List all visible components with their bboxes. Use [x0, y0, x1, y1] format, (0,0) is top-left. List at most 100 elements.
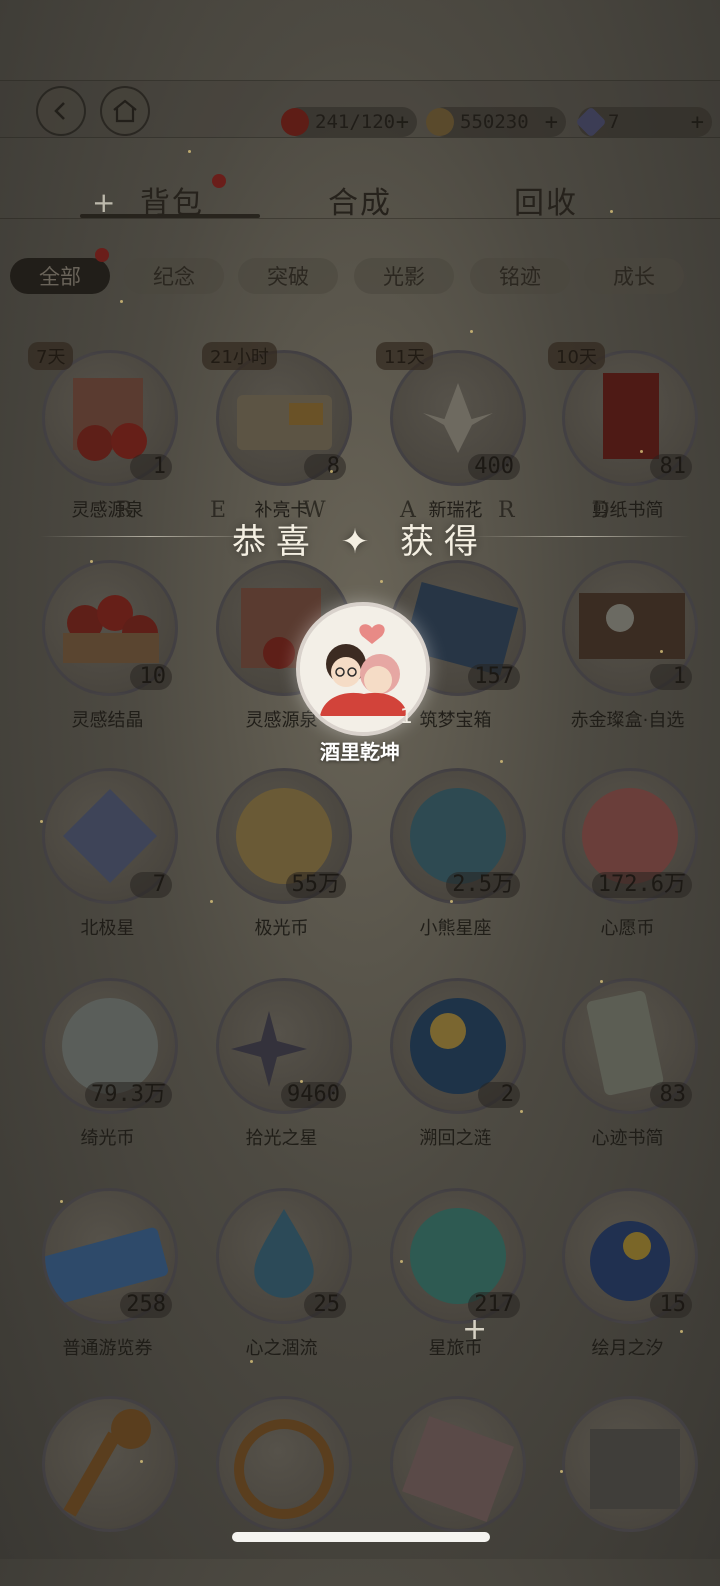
item-name: 普通游览券 — [62, 1338, 153, 1359]
tab-recycle[interactable]: 回收 — [514, 178, 578, 222]
chevron-left-icon — [54, 102, 65, 120]
inventory-item[interactable] — [378, 1396, 528, 1586]
inventory-item[interactable]: 1 赤金璨盒·自选 — [550, 560, 700, 750]
inventory-item[interactable]: 10天 81 剪纸书简 — [548, 342, 700, 540]
inventory-item[interactable]: 9460 拾光之星 — [204, 978, 354, 1168]
expiry-badge: 7天 — [28, 342, 74, 370]
item-name: 小熊星座 — [419, 918, 492, 939]
inventory-item[interactable]: 55万极光币 — [204, 768, 354, 958]
back-button[interactable] — [36, 86, 86, 136]
expiry-badge: 21小时 — [202, 342, 277, 370]
filter-breakthrough[interactable]: 突破 — [238, 258, 338, 294]
filter-all[interactable]: 全部 — [10, 258, 110, 294]
expiry-badge: 10天 — [548, 342, 605, 370]
gem-resource: 7 + — [575, 106, 712, 138]
inventory-item[interactable]: 10 灵感结晶 — [30, 560, 180, 750]
inventory-item[interactable]: 15 绘月之汐 — [550, 1188, 700, 1378]
inventory-item[interactable]: 83 心迹书简 — [550, 978, 700, 1168]
sparkle — [400, 1260, 403, 1263]
reward-item-name: 酒里乾坤 — [320, 740, 400, 764]
sparkle — [380, 580, 383, 583]
home-button[interactable] — [100, 86, 150, 136]
sparkle — [660, 650, 663, 653]
item-count: 2.5万 — [446, 872, 520, 898]
inventory-item[interactable]: 25 心之涸流 — [204, 1188, 354, 1378]
sparkle — [560, 1470, 563, 1473]
sparkle — [500, 760, 503, 763]
item-name: 赤金璨盒·自选 — [570, 710, 685, 731]
apple-resource: 241/120 + — [281, 107, 417, 137]
item-name: 星旅币 — [428, 1338, 483, 1359]
filter-memorial[interactable]: 纪念 — [124, 258, 224, 294]
item-count: 81 — [650, 454, 692, 480]
inventory-item[interactable]: 2 溯回之涟 — [378, 978, 528, 1168]
coin-icon — [426, 108, 454, 136]
sparkle — [188, 150, 191, 153]
notification-dot — [212, 174, 226, 188]
inventory-item[interactable]: 21小时 8 补亮卡 — [202, 342, 354, 540]
filter-growth[interactable]: 成长 — [584, 258, 684, 294]
sparkle — [680, 1330, 683, 1333]
sparkle — [210, 900, 213, 903]
filter-light-shadow[interactable]: 光影 — [354, 258, 454, 294]
item-count: 1 — [650, 664, 692, 690]
inventory-item[interactable]: 217 星旅币 — [378, 1188, 528, 1378]
item-count: 172.6万 — [591, 872, 692, 898]
item-name: 灵感结晶 — [71, 710, 144, 731]
item-count: 7 — [130, 872, 172, 898]
item-count: 10 — [130, 664, 172, 690]
inventory-item[interactable]: 172.6万心愿币 — [550, 768, 700, 958]
inventory-item[interactable]: 7天 1 灵感源泉 — [28, 342, 180, 540]
inventory-item[interactable] — [550, 1396, 700, 1586]
reward-title: 恭喜 ✦ 获得 — [231, 522, 489, 562]
inventory-item[interactable]: 79.3万 绮光币 — [30, 978, 180, 1168]
sparkle — [120, 300, 123, 303]
tab-synthesis[interactable]: 合成 — [328, 178, 392, 222]
item-name: 溯回之涟 — [419, 1128, 492, 1149]
item-name: 心愿币 — [600, 918, 655, 939]
sparkle — [600, 980, 603, 983]
gem-count: 7 — [608, 111, 620, 133]
apple-count: 241/120 — [315, 111, 396, 133]
item-name: 心迹书简 — [591, 1128, 664, 1149]
sparkle — [40, 820, 43, 823]
item-count: 79.3万 — [85, 1082, 172, 1108]
item-count: 8 — [304, 454, 346, 480]
inventory-item[interactable] — [204, 1396, 354, 1586]
expiry-badge: 11天 — [376, 342, 433, 370]
sparkle — [450, 900, 453, 903]
inventory-item[interactable]: 258 普通游览券 — [30, 1188, 180, 1378]
home-icon — [113, 99, 137, 123]
item-name: 心之涸流 — [245, 1338, 318, 1359]
item-name: 拾光之星 — [245, 1128, 318, 1149]
add-gem-button[interactable]: + — [691, 110, 704, 135]
home-indicator[interactable] — [232, 1532, 490, 1542]
sparkle — [250, 1360, 253, 1363]
item-name: 极光币 — [254, 918, 309, 939]
sparkle — [520, 1110, 523, 1113]
add-coin-button[interactable]: + — [545, 110, 558, 135]
item-count: 2 — [478, 1082, 520, 1108]
apple-icon — [281, 108, 309, 136]
item-count: 400 — [468, 454, 520, 480]
item-icon — [390, 1396, 526, 1532]
inventory-item[interactable]: 2.5万小熊星座 — [378, 768, 528, 958]
filter-mark[interactable]: 铭迹 — [470, 258, 570, 294]
inventory-item[interactable]: 7 北极星 — [30, 768, 180, 958]
add-apple-button[interactable]: + — [396, 110, 409, 135]
sparkle — [300, 1080, 303, 1083]
sparkle-plus-icon: + — [92, 186, 116, 219]
coin-count: 550230 — [460, 111, 529, 133]
sparkle — [470, 330, 473, 333]
sparkle-plus-icon: + — [462, 1312, 488, 1347]
item-count: 258 — [120, 1292, 172, 1318]
item-name: 绘月之汐 — [591, 1338, 664, 1359]
item-icon — [562, 1396, 698, 1532]
inventory-item[interactable] — [30, 1396, 180, 1586]
reward-item-count: 1 — [400, 704, 413, 728]
item-count: 83 — [650, 1082, 692, 1108]
sparkle — [60, 1200, 63, 1203]
item-count: 55万 — [285, 872, 346, 898]
item-count: 9460 — [281, 1082, 346, 1108]
tab-backpack[interactable]: 背包 — [140, 178, 204, 222]
